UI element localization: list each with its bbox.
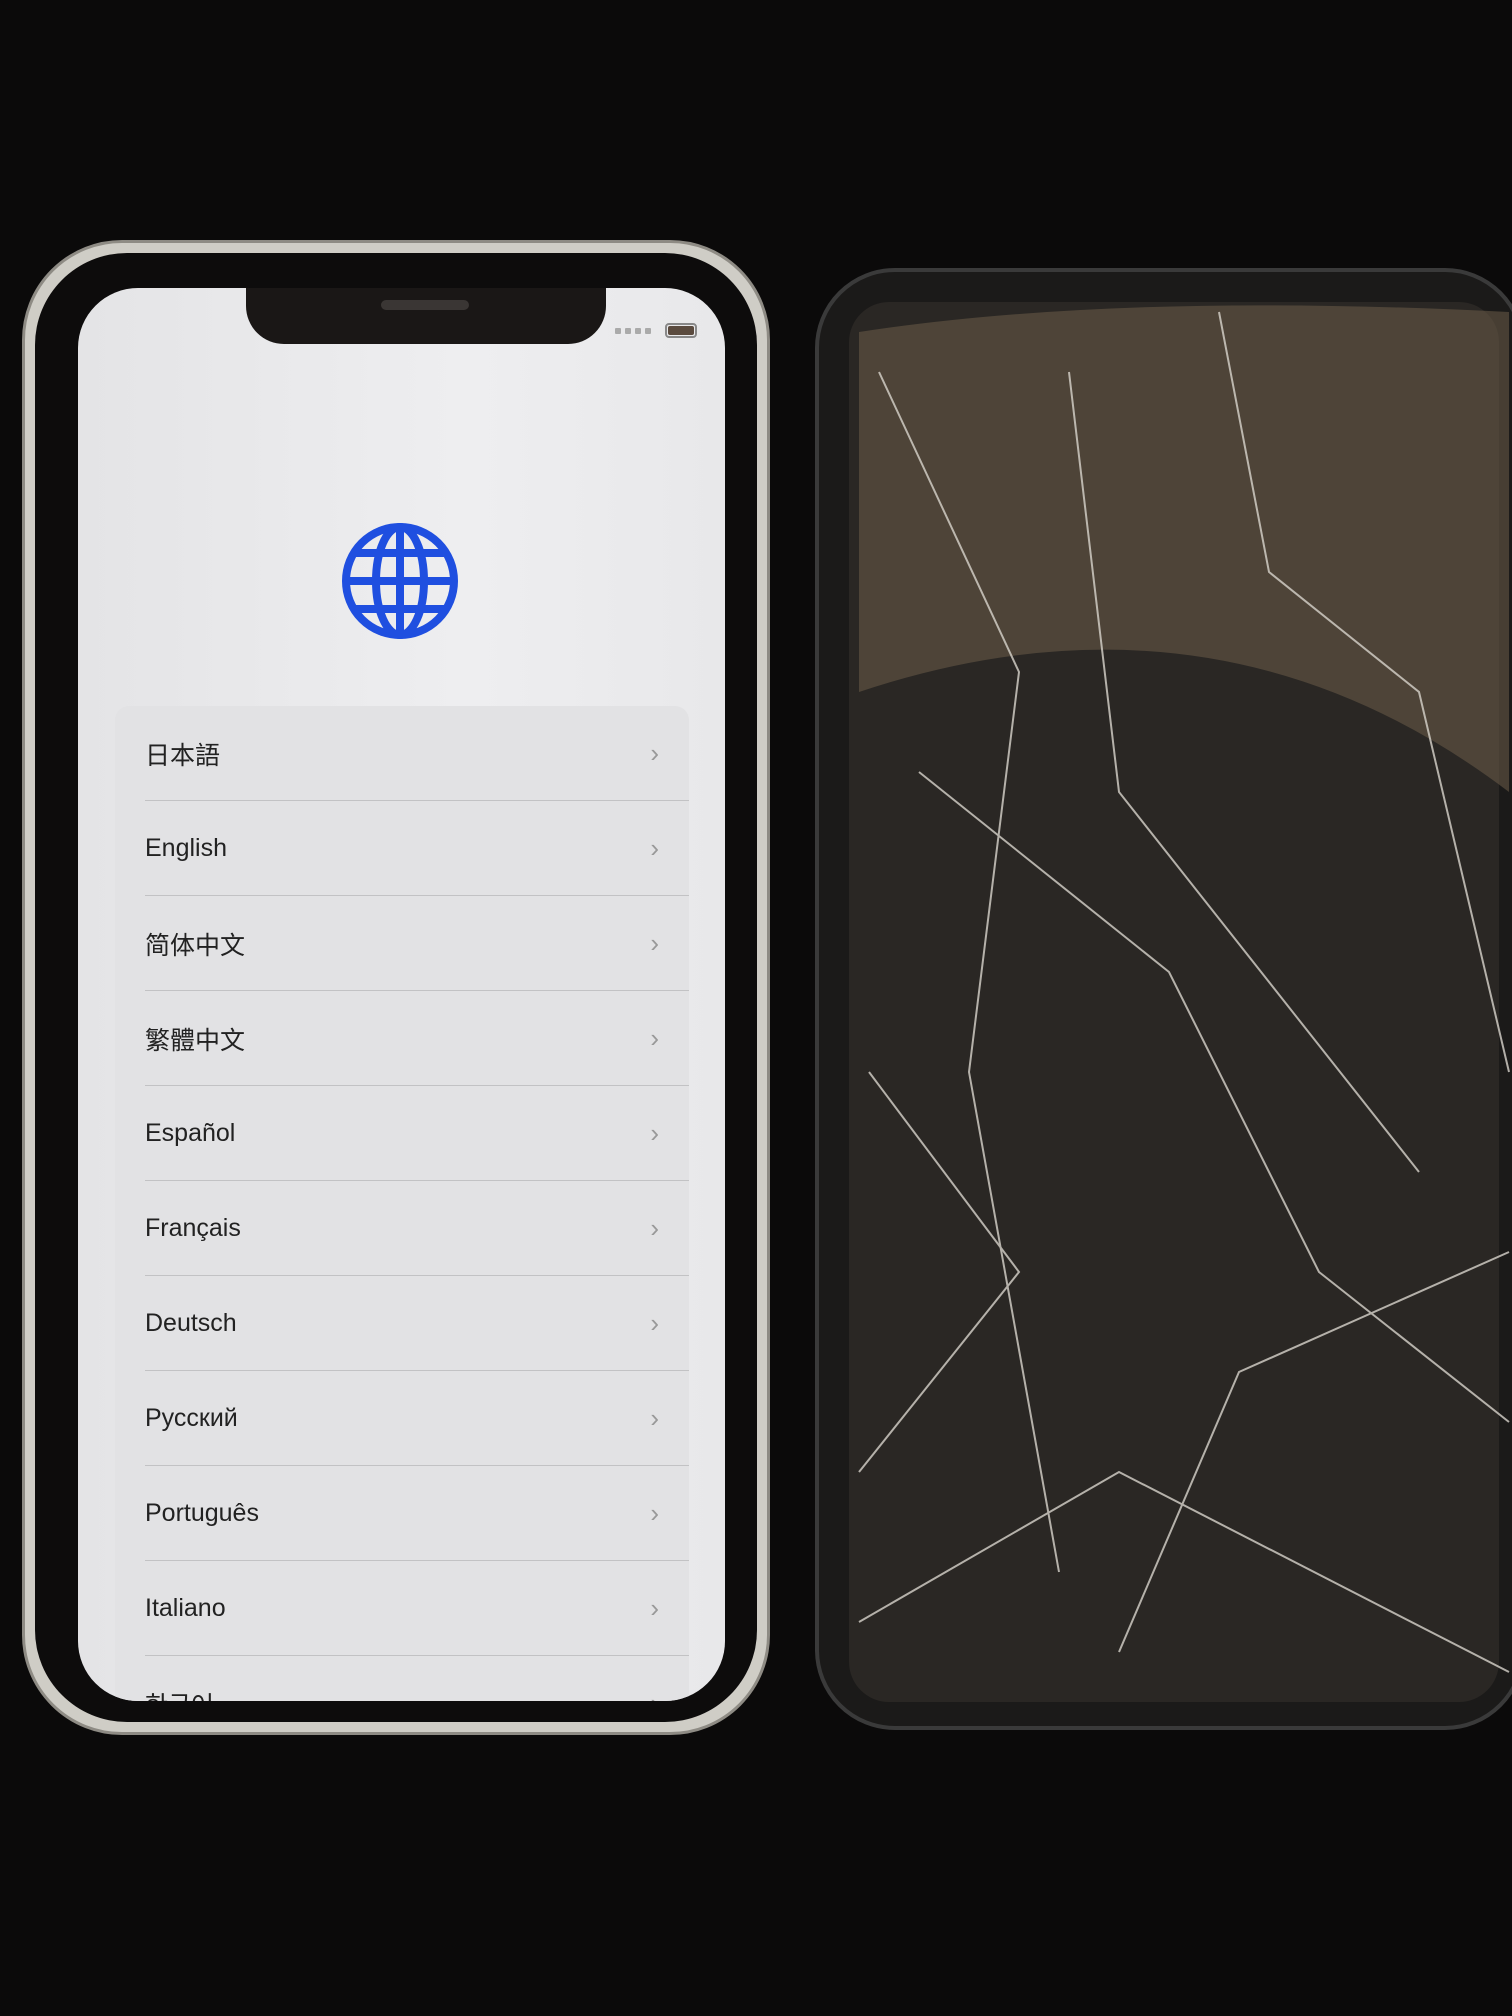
language-label: Français (145, 1214, 241, 1242)
phone-bezel: 日本語 › English › 简体中文 › 繁體中文 › Español › Français › D… (35, 253, 757, 1722)
chevron-right-icon: › (650, 1023, 659, 1053)
signal-dot (625, 327, 631, 334)
intact-phone: 日本語 › English › 简体中文 › 繁體中文 › Español › Français › D… (22, 240, 770, 1735)
language-item[interactable]: Português › (115, 1466, 689, 1561)
language-label: 日本語 (145, 741, 221, 770)
chevron-right-icon: › (650, 738, 659, 768)
cracked-glass (849, 302, 1510, 1702)
chevron-right-icon: › (650, 1688, 659, 1701)
language-item[interactable]: Deutsch › (115, 1276, 689, 1371)
chevron-right-icon: › (650, 833, 659, 863)
language-item[interactable]: 繁體中文 › (115, 991, 689, 1086)
language-list: 日本語 › English › 简体中文 › 繁體中文 › Español › Français › D… (115, 706, 689, 1701)
language-item[interactable]: Español › (115, 1086, 689, 1181)
language-item[interactable]: 简体中文 › (115, 896, 689, 991)
language-label: Русский (145, 1404, 238, 1432)
signal-dot (645, 327, 651, 334)
language-item[interactable]: 日本語 › (115, 706, 689, 801)
language-item[interactable]: 한국어 › (115, 1656, 689, 1701)
battery-icon (665, 323, 697, 338)
notch (246, 288, 606, 344)
language-label: Português (145, 1499, 259, 1527)
language-item[interactable]: Italiano › (115, 1561, 689, 1656)
chevron-right-icon: › (650, 1213, 659, 1243)
chevron-right-icon: › (650, 1403, 659, 1433)
status-bar (615, 323, 697, 338)
language-item[interactable]: English › (115, 801, 689, 896)
globe-icon (342, 523, 458, 639)
language-label: 繁體中文 (145, 1026, 246, 1055)
cracked-phone (815, 268, 1512, 1730)
chevron-right-icon: › (650, 1308, 659, 1338)
speaker (381, 300, 469, 310)
language-label: 한국어 (145, 1686, 214, 1702)
chevron-right-icon: › (650, 1118, 659, 1148)
language-label: English (145, 834, 227, 862)
language-item[interactable]: Русский › (115, 1371, 689, 1466)
language-item[interactable]: Français › (115, 1181, 689, 1276)
language-label: Italiano (145, 1594, 226, 1622)
language-label: 简体中文 (145, 931, 246, 960)
language-label: Deutsch (145, 1309, 237, 1337)
language-label: Español (145, 1119, 236, 1147)
signal-dots-icon (615, 327, 621, 334)
chevron-right-icon: › (650, 1593, 659, 1623)
chevron-right-icon: › (650, 1498, 659, 1528)
phone-screen: 日本語 › English › 简体中文 › 繁體中文 › Español › Français › D… (78, 288, 725, 1701)
signal-dot (635, 327, 641, 334)
chevron-right-icon: › (650, 928, 659, 958)
